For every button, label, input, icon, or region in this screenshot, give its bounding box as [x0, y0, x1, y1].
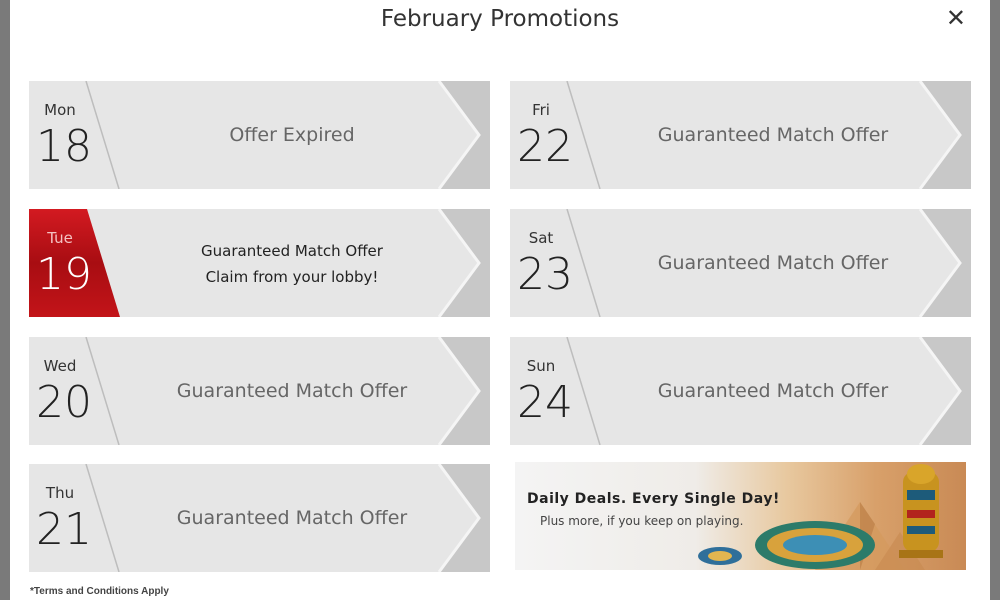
day-number: 21 [36, 504, 92, 555]
day-number: 18 [36, 121, 92, 172]
day-number: 23 [517, 249, 573, 300]
day-number: 19 [36, 249, 92, 300]
promo-label-line1: Guaranteed Match Offer [201, 242, 383, 260]
promo-label: Guaranteed Match Offer [176, 507, 408, 529]
promo-label: Guaranteed Match Offer [657, 380, 889, 402]
terms-note[interactable]: *Terms and Conditions Apply [30, 586, 169, 597]
promo-label: Guaranteed Match Offer [176, 380, 408, 402]
promotions-modal: February Promotions ✕ Mon 18 Offer Expir… [10, 0, 990, 600]
promo-card-tue-19[interactable]: Tue 19 Guaranteed Match Offer Claim from… [29, 209, 490, 317]
day-name: Tue [47, 229, 73, 247]
promo-label-line2: Claim from your lobby! [205, 268, 379, 286]
promo-card-sun-24[interactable]: Sun 24 Guaranteed Match Offer [510, 337, 971, 445]
promo-label: Offer Expired [229, 124, 355, 146]
day-name: Mon [44, 101, 76, 119]
day-number: 20 [36, 377, 92, 428]
day-name: Sat [528, 229, 554, 247]
close-icon[interactable]: ✕ [946, 4, 966, 32]
banner-title: Daily Deals. Every Single Day! [527, 491, 780, 507]
day-name: Thu [45, 484, 75, 502]
promo-card-wed-20[interactable]: Wed 20 Guaranteed Match Offer [29, 337, 490, 445]
promo-card-sat-23[interactable]: Sat 23 Guaranteed Match Offer [510, 209, 971, 317]
day-number: 24 [517, 377, 573, 428]
promo-card-mon-18[interactable]: Mon 18 Offer Expired [29, 81, 490, 189]
day-name: Fri [532, 101, 550, 119]
promo-label: Guaranteed Match Offer [657, 124, 889, 146]
promo-label-active: Guaranteed Match Offer Claim from your l… [124, 238, 460, 290]
promo-card-fri-22[interactable]: Fri 22 Guaranteed Match Offer [510, 81, 971, 189]
day-name: Wed [43, 357, 77, 375]
day-number: 22 [517, 121, 573, 172]
promo-card-thu-21[interactable]: Thu 21 Guaranteed Match Offer [29, 464, 490, 572]
promo-label: Guaranteed Match Offer [657, 252, 889, 274]
banner-subtitle: Plus more, if you keep on playing. [540, 514, 744, 528]
daily-deals-banner[interactable]: Daily Deals. Every Single Day! Plus more… [515, 462, 966, 570]
day-name: Sun [526, 357, 556, 375]
modal-title: February Promotions [380, 6, 620, 32]
